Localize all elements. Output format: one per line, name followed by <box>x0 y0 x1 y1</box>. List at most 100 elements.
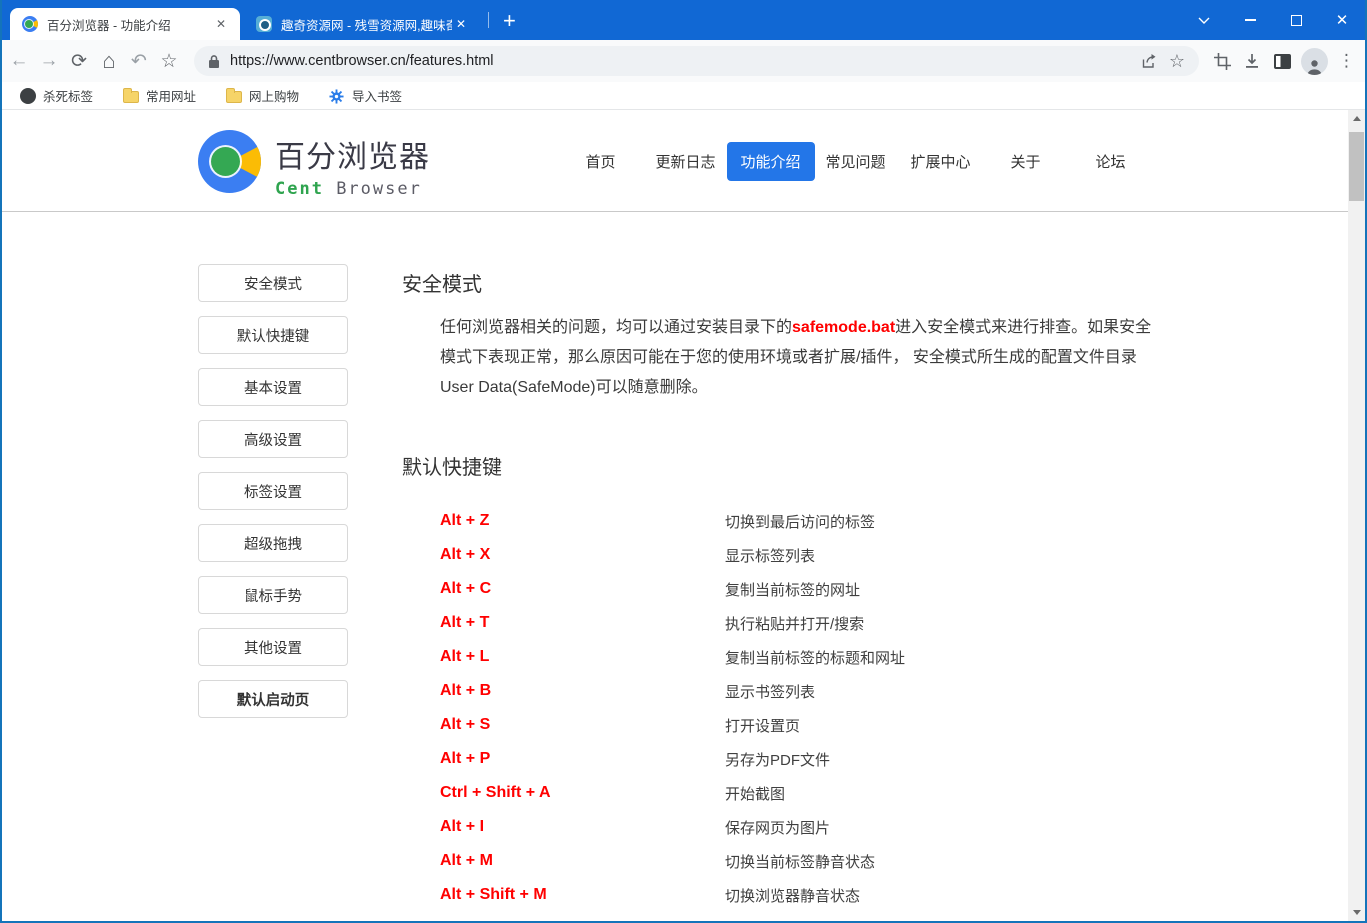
bookmark-item[interactable]: 导入书签 <box>321 84 410 107</box>
browser-menu-button[interactable]: ⋮ <box>1332 51 1365 71</box>
side-menu-button[interactable]: 超级拖拽 <box>198 524 348 562</box>
shortcut-description: 另存为PDF文件 <box>725 749 830 770</box>
site-logo[interactable]: 百分浏览器 Cent Browser <box>198 130 430 199</box>
back-icon: ← <box>10 50 29 72</box>
shortcut-description: 复制当前标签的标题和网址 <box>725 647 905 668</box>
tab-close-icon[interactable]: ✕ <box>452 15 470 33</box>
minimize-icon <box>1245 19 1256 21</box>
shortcut-description: 切换浏览器静音状态 <box>725 885 860 906</box>
shortcut-description: 复制当前标签的网址 <box>725 579 860 600</box>
page-scrollbar[interactable] <box>1348 110 1365 921</box>
bookmark-item[interactable]: 常用网址 <box>115 84 204 107</box>
forward-button[interactable]: → <box>34 46 64 76</box>
browser-window: 百分浏览器 - 功能介绍 ✕ 趣奇资源网 - 残雪资源网,趣味奇 ✕ + <box>0 0 1367 923</box>
scroll-up-icon <box>1353 116 1361 121</box>
shortcut-keys: Ctrl + Shift + A <box>440 784 725 802</box>
site-header: 百分浏览器 Cent Browser 首页 更新日志 功能介绍 <box>2 110 1350 212</box>
shortcut-description: 切换到最后访问的标签 <box>725 511 875 532</box>
new-tab-button[interactable]: + <box>495 10 524 32</box>
chevron-down-icon <box>1198 17 1210 24</box>
undo-arrow-icon: ↶ <box>131 50 147 73</box>
nav-link[interactable]: 功能介绍 <box>727 142 815 181</box>
screenshot-crop-button[interactable] <box>1207 46 1237 76</box>
web-page: 百分浏览器 Cent Browser 首页 更新日志 功能介绍 <box>2 110 1365 921</box>
side-menu-button[interactable]: 基本设置 <box>198 368 348 406</box>
shortcut-row: Alt + Shift + M 切换浏览器静音状态 <box>440 878 1172 912</box>
back-button[interactable]: ← <box>4 46 34 76</box>
bookmark-label: 杀死标签 <box>43 86 93 105</box>
side-panel-icon <box>1274 54 1291 69</box>
shortcut-row: Alt + B 显示书签列表 <box>440 674 1172 708</box>
share-button[interactable] <box>1135 47 1163 75</box>
minimize-button[interactable] <box>1227 0 1273 40</box>
maximize-button[interactable] <box>1273 0 1319 40</box>
address-bar[interactable]: https://www.centbrowser.cn/features.html… <box>194 46 1199 76</box>
browser-tab[interactable]: 百分浏览器 - 功能介绍 ✕ <box>10 8 240 40</box>
side-menu-button[interactable]: 默认启动页 <box>198 680 348 718</box>
shortcut-description: 开始截图 <box>725 783 785 804</box>
home-button[interactable]: ⌂ <box>94 46 124 76</box>
nav-link[interactable]: 关于 <box>996 142 1054 181</box>
shortcut-keys: Alt + T <box>440 614 725 632</box>
section-heading-shortcuts: 默认快捷键 <box>402 451 1172 480</box>
site-content: 安全模式 默认快捷键 基本设置 高级设置 标签设置 超级拖拽 鼠标手势 其他设置… <box>2 212 1350 921</box>
tab-title: 趣奇资源网 - 残雪资源网,趣味奇 <box>281 15 452 34</box>
bookmark-item[interactable]: 杀死标签 <box>12 84 101 107</box>
nav-link[interactable]: 扩展中心 <box>897 142 985 181</box>
browser-toolbar: ← → ⟳ ⌂ ↶ ☆ https://www.centbrowser.cn/f… <box>2 40 1365 82</box>
scroll-down-button[interactable] <box>1348 904 1365 921</box>
side-panel-button[interactable] <box>1267 46 1297 76</box>
shortcut-keys: Alt + Shift + M <box>440 886 725 904</box>
side-menu-button[interactable]: 高级设置 <box>198 420 348 458</box>
scroll-up-button[interactable] <box>1348 110 1365 127</box>
tab-search-button[interactable] <box>1181 0 1227 40</box>
shortcut-keys: Alt + Z <box>440 512 725 530</box>
site-nav: 首页 更新日志 功能介绍 常见问题 扩展中心 <box>558 110 1153 212</box>
shortcut-description: 执行粘贴并打开/搜索 <box>725 613 864 634</box>
shortcut-description: 显示书签列表 <box>725 681 815 702</box>
shortcut-row: Alt + L 复制当前标签的标题和网址 <box>440 640 1172 674</box>
home-icon: ⌂ <box>102 48 115 74</box>
reopen-closed-tab-button[interactable]: ↶ <box>124 46 154 76</box>
nav-link[interactable]: 论坛 <box>1081 142 1139 181</box>
reload-icon: ⟳ <box>71 50 87 73</box>
tabstrip: 百分浏览器 - 功能介绍 ✕ 趣奇资源网 - 残雪资源网,趣味奇 ✕ + <box>0 0 524 40</box>
nav-link[interactable]: 更新日志 <box>642 142 730 181</box>
close-button[interactable]: ✕ <box>1319 0 1365 40</box>
shortcut-keys: Alt + P <box>440 750 725 768</box>
nav-link[interactable]: 首页 <box>571 142 629 181</box>
bookmark-this-page-button[interactable]: ☆ <box>154 46 184 76</box>
shortcut-row: Alt + C 复制当前标签的网址 <box>440 572 1172 606</box>
main-content: 安全模式 任何浏览器相关的问题，均可以通过安装目录下的safemode.bat进… <box>402 212 1172 921</box>
reload-button[interactable]: ⟳ <box>64 46 94 76</box>
profile-avatar[interactable] <box>1301 48 1328 75</box>
star-icon: ☆ <box>160 50 177 73</box>
side-menu-button[interactable]: 鼠标手势 <box>198 576 348 614</box>
shortcut-description: 打开设置页 <box>725 715 800 736</box>
site-subtitle: Cent Browser <box>275 179 430 199</box>
download-button[interactable] <box>1237 46 1267 76</box>
tab-favicon-icon <box>22 16 38 32</box>
browser-tab[interactable]: 趣奇资源网 - 残雪资源网,趣味奇 ✕ <box>244 8 480 40</box>
folder-icon <box>226 91 242 103</box>
crop-icon <box>1214 53 1231 70</box>
shortcut-keys: Alt + M <box>440 852 725 870</box>
side-menu-button[interactable]: 其他设置 <box>198 628 348 666</box>
shortcut-row: Ctrl + Shift + A 开始截图 <box>440 776 1172 810</box>
shortcut-keys: Alt + I <box>440 818 725 836</box>
side-menu-button[interactable]: 默认快捷键 <box>198 316 348 354</box>
gear-icon <box>329 88 345 104</box>
site-title: 百分浏览器 <box>275 132 430 176</box>
tab-close-icon[interactable]: ✕ <box>212 15 230 33</box>
shortcut-row: Alt + P 另存为PDF文件 <box>440 742 1172 776</box>
url-text[interactable]: https://www.centbrowser.cn/features.html <box>230 53 1135 69</box>
bookmark-item[interactable]: 网上购物 <box>218 84 307 107</box>
scrollbar-thumb[interactable] <box>1349 132 1364 201</box>
shortcut-description: 保存网页为图片 <box>725 817 830 838</box>
side-menu-button[interactable]: 安全模式 <box>198 264 348 302</box>
bookmark-icon <box>20 88 36 104</box>
bookmark-star-button[interactable]: ☆ <box>1163 47 1191 75</box>
nav-link[interactable]: 常见问题 <box>812 142 900 181</box>
titlebar: 百分浏览器 - 功能介绍 ✕ 趣奇资源网 - 残雪资源网,趣味奇 ✕ + <box>0 0 1367 40</box>
side-menu-button[interactable]: 标签设置 <box>198 472 348 510</box>
